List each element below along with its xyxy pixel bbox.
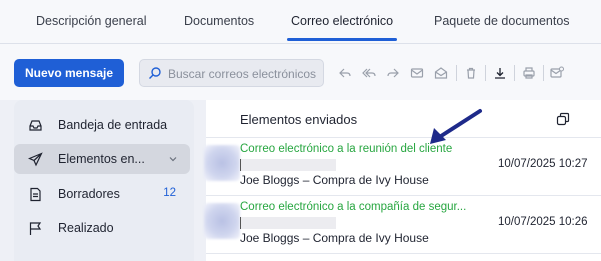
forward-icon[interactable] bbox=[386, 66, 400, 80]
annotation-arrow-icon bbox=[430, 109, 482, 144]
toolbar-divider bbox=[543, 65, 544, 81]
chevron-down-icon[interactable] bbox=[168, 154, 178, 164]
mail-list-header: Elementos enviados bbox=[206, 100, 601, 138]
tab-document-package[interactable]: Paquete de documentos bbox=[434, 14, 570, 28]
reply-all-icon[interactable] bbox=[362, 66, 376, 80]
sidebar-item-label: Borradores bbox=[58, 187, 120, 201]
folder-title: Elementos enviados bbox=[240, 112, 358, 127]
sidebar-item-inbox[interactable]: Bandeja de entrada bbox=[14, 110, 190, 140]
email-toolbar: Nuevo mensaje Buscar correos electrónico… bbox=[0, 44, 601, 100]
popout-icon[interactable] bbox=[556, 112, 570, 126]
toolbar-divider bbox=[514, 65, 515, 81]
mark-unread-icon[interactable] bbox=[410, 66, 424, 80]
mail-sender: Joe Bloggs – Compra de Ivy House bbox=[240, 173, 429, 187]
mail-subject: Correo electrónico a la compañía de segu… bbox=[240, 201, 467, 213]
mail-sender: Joe Bloggs – Compra de Ivy House bbox=[240, 231, 429, 245]
new-message-button[interactable]: Nuevo mensaje bbox=[14, 59, 124, 87]
top-tab-bar: Descripción general Documentos Correo el… bbox=[0, 0, 601, 44]
mail-list-panel: Elementos enviados Correo electrónico a … bbox=[204, 100, 601, 261]
download-icon[interactable] bbox=[493, 66, 507, 80]
folder-sidebar: Bandeja de entrada Elementos en... Borra… bbox=[14, 100, 194, 261]
delete-icon[interactable] bbox=[464, 66, 478, 80]
mail-subject: Correo electrónico a la reunión del clie… bbox=[240, 143, 453, 155]
mail-date: 10/07/2025 10:27 bbox=[498, 158, 588, 170]
tab-email[interactable]: Correo electrónico bbox=[291, 14, 393, 28]
reply-icon[interactable] bbox=[338, 66, 352, 80]
active-tab-indicator bbox=[287, 38, 397, 41]
send-icon bbox=[28, 152, 43, 167]
search-placeholder: Buscar correos electrónicos bbox=[168, 67, 317, 81]
email-settings-icon[interactable] bbox=[550, 66, 564, 80]
inbox-icon bbox=[29, 120, 42, 131]
mail-list-item[interactable]: Correo electrónico a la reunión del clie… bbox=[204, 139, 601, 196]
mark-read-icon[interactable] bbox=[434, 66, 448, 80]
toolbar-divider bbox=[456, 65, 457, 81]
avatar bbox=[204, 203, 240, 239]
sidebar-item-label: Realizado bbox=[58, 221, 114, 235]
tab-documents[interactable]: Documentos bbox=[184, 14, 254, 28]
drafts-count-badge: 12 bbox=[163, 187, 176, 199]
sidebar-item-label: Bandeja de entrada bbox=[58, 118, 168, 132]
redacted-recipient bbox=[240, 217, 336, 229]
search-input[interactable]: Buscar correos electrónicos bbox=[139, 59, 324, 87]
mail-list-item[interactable]: Correo electrónico a la compañía de segu… bbox=[204, 197, 601, 254]
flag-icon bbox=[29, 222, 42, 235]
avatar bbox=[204, 145, 240, 181]
toolbar-divider bbox=[485, 65, 486, 81]
sidebar-item-label: Elementos en... bbox=[58, 152, 145, 166]
sidebar-item-done[interactable]: Realizado bbox=[14, 213, 190, 243]
search-icon bbox=[149, 67, 161, 79]
redacted-recipient bbox=[240, 159, 336, 171]
mail-date: 10/07/2025 10:26 bbox=[498, 216, 588, 228]
print-icon[interactable] bbox=[522, 66, 536, 80]
drafts-icon bbox=[30, 187, 41, 202]
sidebar-item-drafts[interactable]: Borradores 12 bbox=[14, 179, 190, 209]
sidebar-item-sent[interactable]: Elementos en... bbox=[14, 144, 190, 174]
tab-overview[interactable]: Descripción general bbox=[36, 14, 146, 28]
